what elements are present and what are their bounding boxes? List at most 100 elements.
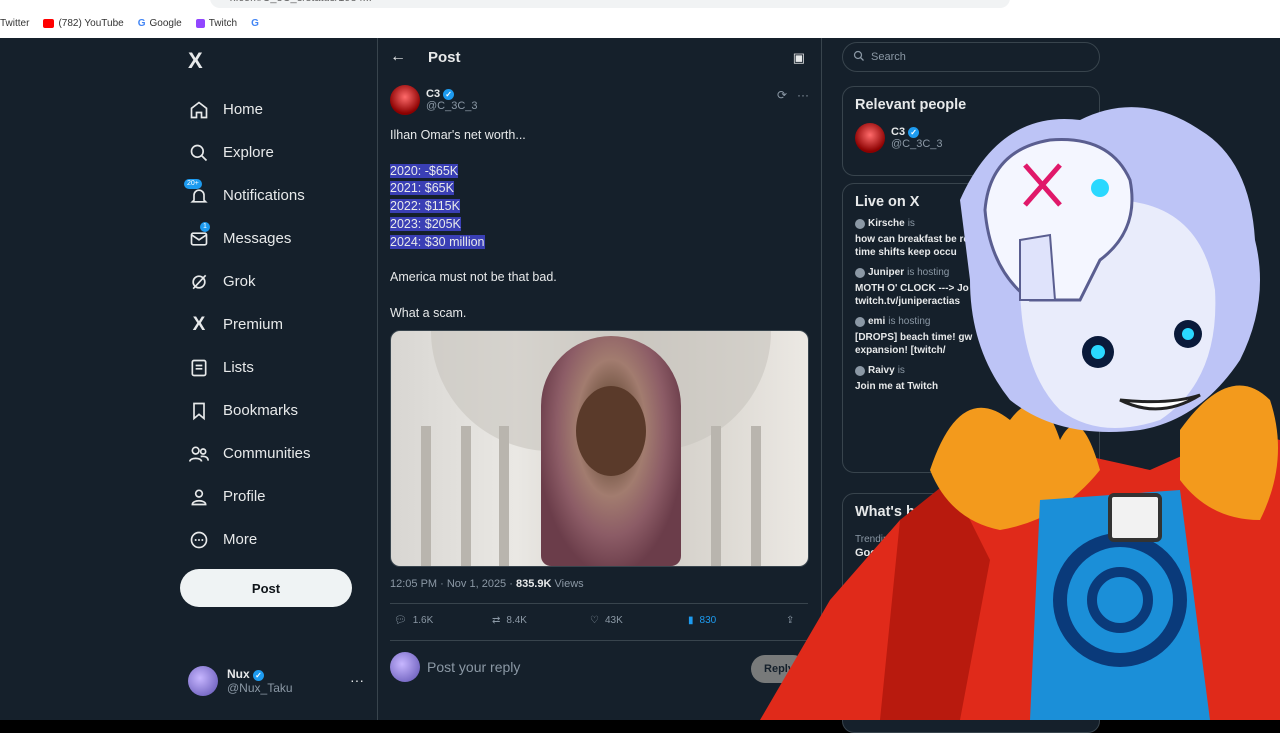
bookmark-twitch[interactable]: Twitch [195,18,237,29]
post-author[interactable]: C3 ✓ @C_3C_3 [390,85,478,115]
live-desc-line: expansion! [twitch/ [855,345,946,356]
sidebar-item-premium[interactable]: X Premium [188,303,311,346]
networth-text: 2022: $115K [390,199,460,214]
live-desc-line: time shifts keep occu [855,247,957,258]
relevant-person[interactable]: C3 ✓ @C_3C_3 [843,113,1099,163]
search-input[interactable]: Search [842,42,1100,72]
nav-label: Grok [223,273,256,290]
sidebar-item-bookmarks[interactable]: Bookmarks [188,389,311,432]
host-status: is hosting [888,316,931,327]
more-options-icon[interactable]: ··· [797,88,809,102]
bookmark-twitter[interactable]: Twitter [0,18,29,29]
host-status: is hosting [907,267,950,278]
host-name: Juniper [868,267,905,278]
live-host: Kirsche is [855,218,1087,229]
live-on-x-panel: Live on X Kirsche is how can breakfast be… [842,183,1100,473]
youtube-icon [43,18,55,28]
reply-button[interactable]: 💬︎ 1.6K [394,615,492,626]
column [751,426,761,566]
author-name: C3 ✓ [426,88,478,100]
bookmark-count: 830 [699,615,717,626]
host-avatar [855,316,865,327]
post-actions: 💬︎ 1.6K ⇄ 8.4K ♡ 43K ▮ 830 ⇪ [394,615,808,626]
url-bar[interactable]: x.com/C_3C_3/status/1984... [210,0,1010,8]
relevant-names: C3 ✓ @C_3C_3 [891,126,943,150]
account-name: Nux ✓ [227,667,293,681]
reply-composer[interactable]: Post your reply [390,652,520,682]
bookmark-label: Google [149,17,182,29]
avatar [188,666,218,696]
networth-text: 2021: $65K [390,181,454,196]
live-item[interactable]: Juniper is hosting MOTH O' CLOCK ---> Jo t… [843,267,1099,308]
main-column: ← Post ▣ C3 ✓ @C_3C_3 ⟳ ··· Ilhan Omar's … [377,38,822,720]
account-more-icon[interactable]: ··· [350,672,364,688]
nav-label: Lists [223,359,254,376]
page-title: Post [428,48,461,66]
home-icon [188,99,210,121]
like-button[interactable]: ♡ 43K [590,615,688,626]
nav-label: Explore [223,144,274,161]
host-status: is [897,365,905,376]
sidebar-item-messages[interactable]: 1 Messages [188,217,311,260]
networth-text: 2020: -$65K [390,163,459,178]
host-avatar [855,365,865,376]
like-count: 43K [604,615,623,626]
mail-icon: 1 [188,221,210,250]
verified-icon: ✓ [908,126,920,138]
sidebar-item-explore[interactable]: Explore [188,131,311,174]
live-item[interactable]: emi is hosting [DROPS] beach time! gw expa… [843,316,1099,357]
live-desc-line: how can breakfast be re [855,234,969,245]
grok-icon [188,271,210,293]
x-logo[interactable]: X [188,48,203,74]
bookmark-button[interactable]: ▮ 830 [688,615,786,626]
sidebar-item-home[interactable]: Home [188,88,311,131]
trending-item[interactable]: owers [895,700,927,712]
bookmark-google[interactable]: G Google [138,18,182,29]
post-header: ← Post [390,48,461,66]
live-desc-line: [DROPS] beach time! gw [855,332,973,343]
post-intro: Ilhan Omar's net worth... [390,128,526,142]
sidebar-item-profile[interactable]: Profile [188,475,311,518]
back-arrow-icon[interactable]: ← [390,48,406,66]
live-item[interactable]: Raivy is Join me at Twitch [843,365,1099,393]
host-status: is [907,218,915,229]
more-circle-icon [188,529,210,551]
relevant-name: C3 ✓ [891,126,943,138]
nav-label: Profile [223,488,266,505]
post-line-2: America must not be that bad. [390,270,557,285]
repost-button[interactable]: ⇄ 8.4K [492,615,590,626]
author-avatar[interactable] [855,123,885,153]
host-name: Raivy [868,365,895,376]
grok-explain-icon[interactable]: ⟳ [777,88,787,102]
column [499,426,509,566]
bookmark-label: (782) YouTube [58,17,124,29]
relevant-name-text: C3 [891,126,906,138]
sidebar-item-grok[interactable]: Grok [188,260,311,303]
host-name: emi [868,316,886,327]
author-avatar[interactable] [390,85,420,115]
column [421,426,431,566]
sidebar-item-lists[interactable]: Lists [188,346,311,389]
post-time[interactable]: 12:05 PM · Nov 1, 2025 · [390,578,516,590]
sidebar-item-communities[interactable]: Communities [188,432,311,475]
post-image[interactable] [390,330,809,567]
reply-submit-button[interactable]: Reply [751,655,807,683]
sidebar-item-notifications[interactable]: 20+ Notifications [184,174,311,217]
post-button[interactable]: Post [180,569,352,607]
sidebar-item-more[interactable]: More [188,518,311,561]
bookmark-extra[interactable]: G [251,18,259,29]
twitch-icon [195,18,205,28]
panel-title: Relevant people [855,97,967,113]
verified-icon: ✓ [253,670,265,681]
share-button[interactable]: ⇪ [786,615,806,626]
networth-line: 2022: $115K [390,198,810,216]
trending-item[interactable]: Good [843,545,1099,559]
x-app: X Home Explore 20+ Notifications 1 Messa… [0,38,1280,733]
bookmark-youtube[interactable]: (782) YouTube [43,17,124,29]
reader-mode-icon[interactable]: ▣ [793,50,805,66]
column [711,426,721,566]
reply-input[interactable]: Post your reply [427,659,520,675]
live-item[interactable]: Kirsche is how can breakfast be re time sh… [843,218,1099,259]
account-switcher[interactable]: Nux ✓ @Nux_Taku ··· [188,666,364,696]
repost-icon: ⇄ [492,615,501,626]
